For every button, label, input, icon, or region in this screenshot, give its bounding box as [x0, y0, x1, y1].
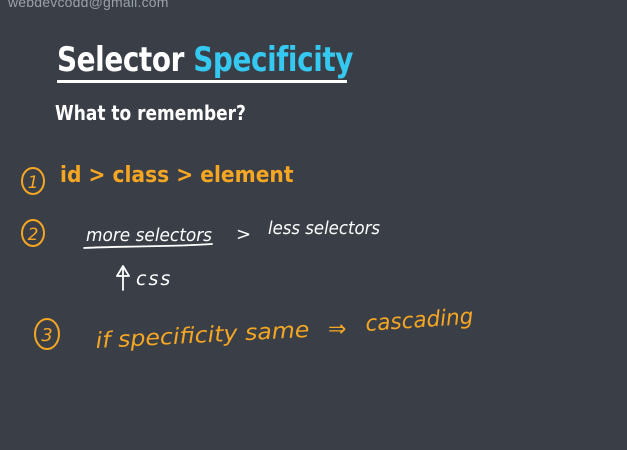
rule-3-text2: cascading — [365, 305, 475, 337]
rule-3-arrow: ⇒ — [328, 317, 346, 342]
rule-2-text: more selectors — [86, 225, 212, 246]
rule-3-number: 3 — [41, 325, 52, 346]
rule-3-text: if specificity same — [95, 318, 310, 354]
rule-2-text2: less selectors — [268, 218, 380, 239]
rule-3-number-circle: 3 — [34, 318, 60, 350]
rule-2-note: css — [136, 268, 172, 290]
up-arrow-icon — [116, 265, 130, 291]
rule-2-number: 2 — [28, 225, 39, 245]
rule-1-number: 1 — [28, 173, 39, 193]
rule-2-number-circle: 2 — [21, 219, 45, 247]
handwriting-layer: 1 2 more selectors > less selectors css … — [21, 167, 475, 354]
rule-1-number-circle: 1 — [21, 167, 45, 195]
rule-2-compare: > — [236, 224, 251, 245]
